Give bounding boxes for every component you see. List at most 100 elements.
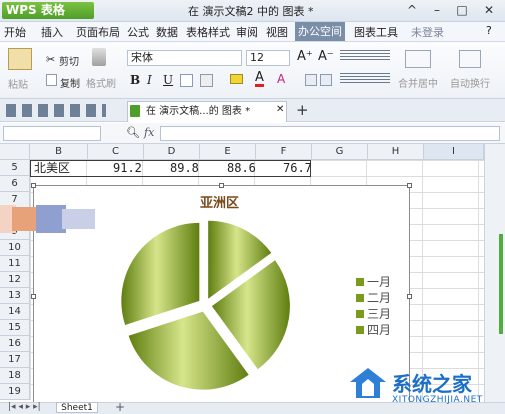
document-tab[interactable]: 在 演示文稿...的 图表 * [127, 101, 287, 122]
minimize-button[interactable]: – [428, 2, 446, 18]
cut-button[interactable]: 剪切 [59, 53, 79, 68]
cell-d5[interactable]: 89.8 [170, 161, 199, 176]
select-all-corner[interactable] [0, 144, 30, 160]
row-header-14[interactable]: 14 [0, 304, 30, 320]
underline-button[interactable]: U [163, 73, 173, 87]
wrap-text-button[interactable]: 自动换行 [450, 75, 490, 90]
login-status[interactable]: 未登录 [411, 24, 444, 40]
legend-label-1[interactable]: 一月 [367, 273, 391, 290]
cell-b5[interactable]: 北美区 [34, 161, 70, 176]
chart-title[interactable]: 亚洲区 [200, 192, 239, 211]
close-button[interactable]: ✕ [480, 2, 498, 18]
paste-button[interactable]: 粘贴 [8, 76, 28, 91]
add-sheet-button[interactable]: + [115, 400, 125, 414]
formula-input[interactable] [160, 126, 500, 141]
legend-swatch-1 [356, 278, 364, 286]
paste-icon[interactable] [8, 48, 32, 70]
font-shrink-button[interactable]: A⁻ [318, 49, 334, 64]
column-header-h[interactable]: H [368, 144, 424, 160]
column-header-f[interactable]: F [256, 144, 312, 160]
sheet-tab[interactable]: Sheet1 [56, 402, 98, 413]
align-buttons-top[interactable] [340, 50, 390, 62]
menu-table-style[interactable]: 表格样式 [186, 24, 230, 40]
scissors-icon[interactable]: ✂ [46, 53, 55, 66]
legend-label-4[interactable]: 四月 [367, 321, 391, 338]
row-header-13[interactable]: 13 [0, 288, 30, 304]
borders-icon[interactable] [180, 74, 193, 87]
row-header-11[interactable]: 11 [0, 256, 30, 272]
menu-insert[interactable]: 插入 [41, 24, 63, 40]
row-header-18[interactable]: 18 [0, 368, 30, 384]
quick-access-toolbar[interactable] [6, 104, 106, 117]
fill-color-icon[interactable] [230, 74, 243, 84]
magnifier-icon[interactable]: 🔍︎ [126, 126, 140, 139]
maximize-button[interactable]: □ [453, 2, 471, 18]
resize-handle-l[interactable] [31, 294, 36, 299]
resize-handle-tl[interactable] [31, 183, 36, 188]
row-header-12[interactable]: 12 [0, 272, 30, 288]
italic-button[interactable]: I [147, 73, 152, 87]
ribbon-collapse-icon[interactable]: ^ [403, 2, 421, 18]
pie-chart[interactable] [110, 210, 300, 400]
menu-data[interactable]: 数据 [156, 24, 178, 40]
menu-view[interactable]: 视图 [266, 24, 288, 40]
row-header-15[interactable]: 15 [0, 320, 30, 336]
row-header-17[interactable]: 17 [0, 352, 30, 368]
format-painter-button[interactable]: 格式刷 [86, 75, 116, 90]
sheet-nav-arrows[interactable]: |◂ ◂ ▸ ▸| [8, 402, 41, 412]
cell-c5[interactable]: 91.2 [113, 161, 142, 176]
sheet-file-icon [130, 105, 140, 117]
column-header-b[interactable]: B [30, 144, 88, 160]
font-size-select[interactable]: 12 [246, 50, 290, 66]
column-header-e[interactable]: E [200, 144, 256, 160]
menu-office-space[interactable]: 办公空间 [295, 22, 345, 41]
menu-chart-tools[interactable]: 图表工具 [354, 24, 398, 40]
cell-format-icon[interactable] [200, 74, 213, 87]
font-grow-button[interactable]: A⁺ [297, 49, 313, 64]
bold-button[interactable]: B [130, 73, 140, 87]
menu-home[interactable]: 开始 [4, 24, 26, 40]
column-header-i[interactable]: I [424, 144, 484, 160]
scrollbar-thumb[interactable] [499, 234, 503, 334]
name-box[interactable] [3, 126, 101, 141]
indent-icon[interactable] [320, 74, 332, 86]
font-color-icon[interactable]: A [255, 71, 264, 87]
row-header-16[interactable]: 16 [0, 336, 30, 352]
align-buttons-bottom[interactable] [340, 73, 390, 85]
font-name-select[interactable]: 宋体 [127, 50, 242, 66]
legend-label-2[interactable]: 二月 [367, 289, 391, 306]
watermark-url: XITONGZHIJIA.NET [392, 395, 483, 405]
merge-center-button[interactable]: 合并居中 [398, 75, 438, 90]
blurred-image-overlay [0, 205, 95, 233]
column-header-c[interactable]: C [88, 144, 144, 160]
row-header-5[interactable]: 5 [0, 160, 30, 176]
format-painter-icon[interactable] [92, 48, 106, 66]
legend-swatch-3 [356, 310, 364, 318]
legend-label-3[interactable]: 三月 [367, 305, 391, 322]
row-header-10[interactable]: 10 [0, 240, 30, 256]
clear-format-icon[interactable]: A [277, 72, 285, 86]
menu-review[interactable]: 审阅 [236, 24, 258, 40]
tab-close-icon[interactable]: ✕ [276, 104, 284, 115]
column-header-g[interactable]: G [312, 144, 368, 160]
menu-page-layout[interactable]: 页面布局 [76, 24, 120, 40]
merge-icon[interactable] [405, 50, 431, 68]
resize-handle-r[interactable] [407, 294, 412, 299]
pie-slice-四月[interactable] [121, 222, 200, 325]
resize-handle-tr[interactable] [407, 183, 412, 188]
row-header-19[interactable]: 19 [0, 384, 30, 400]
new-tab-button[interactable]: + [296, 101, 309, 119]
cell-f5[interactable]: 76.7 [283, 161, 312, 176]
menu-formula[interactable]: 公式 [127, 24, 149, 40]
wrap-align-icon[interactable] [305, 74, 317, 86]
copy-button[interactable]: 复制 [60, 75, 80, 90]
resize-handle-t[interactable] [219, 183, 224, 188]
help-button[interactable]: ? [486, 24, 492, 37]
wrap-text-icon[interactable] [459, 50, 481, 68]
cell-e5[interactable]: 88.6 [227, 161, 256, 176]
column-header-d[interactable]: D [144, 144, 200, 160]
wps-app-menu-button[interactable]: WPS 表格 [2, 2, 94, 19]
copy-icon[interactable] [46, 74, 57, 86]
fx-button[interactable]: fx [144, 126, 154, 139]
row-header-6[interactable]: 6 [0, 176, 30, 192]
